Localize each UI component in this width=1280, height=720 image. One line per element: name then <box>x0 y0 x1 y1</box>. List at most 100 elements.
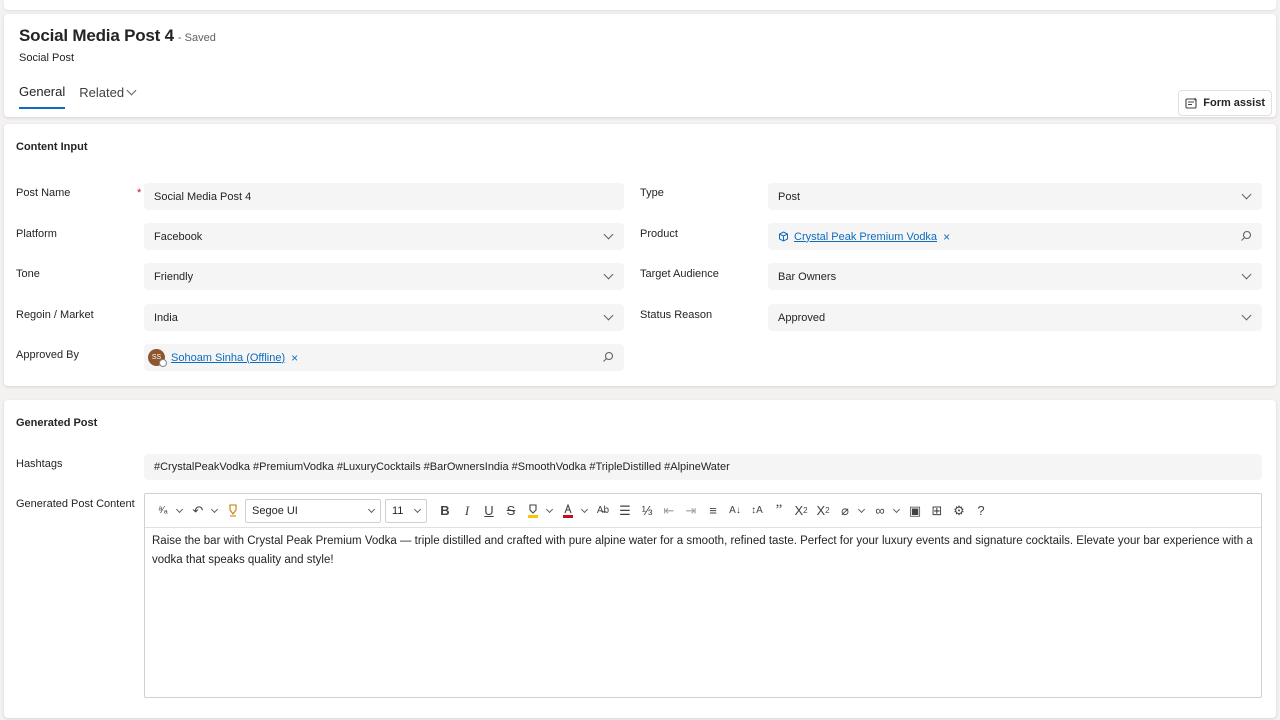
chevron-down-icon <box>1241 310 1252 321</box>
chevron-down-icon <box>545 505 554 513</box>
product-label: Product <box>640 228 678 240</box>
chevron-down-icon <box>580 505 589 513</box>
generated-content-label: Generated Post Content <box>16 498 135 510</box>
chevron-down-icon <box>1241 269 1252 280</box>
title-row: Social Media Post 4 - Saved <box>19 26 216 46</box>
rich-text-editor: ᵃ⁄ₐ ↶ Segoe UI 11 B I U S A̶b ☰ ⅓ ⇤ ⇥ ≡ … <box>144 493 1262 698</box>
tone-select[interactable]: Friendly <box>144 263 624 290</box>
italic-icon[interactable]: I <box>457 500 477 522</box>
chevron-down-icon <box>175 505 184 513</box>
ltr-icon[interactable]: A↓ <box>725 500 745 522</box>
section-title: Generated Post <box>16 417 98 429</box>
tab-general[interactable]: General <box>19 84 66 109</box>
chevron-down-icon <box>126 85 137 96</box>
product-lookup[interactable]: Crystal Peak Premium Vodka × <box>768 223 1262 250</box>
target-audience-value: Bar Owners <box>778 270 837 283</box>
type-label: Type <box>640 187 664 199</box>
chevron-down-icon <box>603 310 614 321</box>
search-icon[interactable] <box>1240 230 1252 242</box>
type-select[interactable]: Post <box>768 183 1262 210</box>
rtl-icon[interactable]: ↕A <box>747 500 767 522</box>
undo-icon[interactable]: ↶ <box>188 500 208 522</box>
approved-by-lookup[interactable]: SS Sohoam Sinha (Offline) × <box>144 344 624 371</box>
highlight-icon[interactable] <box>523 500 543 522</box>
strikethrough-icon[interactable]: S <box>501 500 521 522</box>
platform-select[interactable]: Facebook <box>144 223 624 250</box>
chevron-down-icon <box>603 269 614 280</box>
remove-icon[interactable]: × <box>291 351 298 365</box>
saved-status: - Saved <box>177 32 216 44</box>
subscript-icon[interactable]: X2 <box>791 500 811 522</box>
decrease-indent-icon[interactable]: ⇤ <box>659 500 679 522</box>
chevron-down-icon <box>367 505 376 513</box>
editor-content[interactable]: Raise the bar with Crystal Peak Premium … <box>145 528 1261 574</box>
chevron-down-icon <box>413 505 422 513</box>
link-icon[interactable]: ∞ <box>870 500 890 522</box>
content-input-section: Content Input Post Name * Social Media P… <box>4 124 1276 386</box>
record-header: Social Media Post 4 - Saved Social Post … <box>4 14 1276 117</box>
top-strip <box>4 0 1276 10</box>
clear-format-icon[interactable] <box>223 500 243 522</box>
status-reason-value: Approved <box>778 311 826 324</box>
increase-indent-icon[interactable]: ⇥ <box>681 500 701 522</box>
section-title: Content Input <box>16 141 88 153</box>
search-icon[interactable] <box>602 351 614 363</box>
generated-post-section: Generated Post Hashtags #CrystalPeakVodk… <box>4 400 1276 718</box>
form-assist-button[interactable]: Form assist <box>1178 90 1272 116</box>
region-select[interactable]: India <box>144 304 624 331</box>
required-indicator: * <box>137 187 142 199</box>
help-icon[interactable]: ? <box>971 500 991 522</box>
target-audience-select[interactable]: Bar Owners <box>768 263 1262 290</box>
chevron-down-icon <box>892 505 901 513</box>
image-icon[interactable]: ▣ <box>905 500 925 522</box>
numbered-list-icon[interactable]: ⅓ <box>637 500 657 522</box>
tone-label: Tone <box>16 268 40 280</box>
product-link[interactable]: Crystal Peak Premium Vodka <box>794 231 937 243</box>
editor-toolbar: ᵃ⁄ₐ ↶ Segoe UI 11 B I U S A̶b ☰ ⅓ ⇤ ⇥ ≡ … <box>145 494 1261 528</box>
tab-list: General Related <box>19 84 137 109</box>
spellcheck-icon[interactable]: A̶b <box>593 500 613 522</box>
form-assist-label: Form assist <box>1203 97 1265 109</box>
attach-icon[interactable]: ⌀ <box>835 500 855 522</box>
approved-by-link[interactable]: Sohoam Sinha (Offline) <box>171 352 285 364</box>
post-name-value: Social Media Post 4 <box>154 190 252 203</box>
tab-label: Related <box>79 85 125 100</box>
target-audience-label: Target Audience <box>640 268 719 280</box>
font-color-icon[interactable] <box>558 500 578 522</box>
status-reason-label: Status Reason <box>640 309 713 321</box>
underline-icon[interactable]: U <box>479 500 499 522</box>
font-size-value: 11 <box>392 504 404 517</box>
approved-by-label: Approved By <box>16 349 79 361</box>
post-name-label: Post Name <box>16 187 71 199</box>
font-family-value: Segoe UI <box>252 504 298 517</box>
form-assist-icon <box>1185 97 1198 109</box>
tab-label: General <box>19 84 66 99</box>
hashtags-value: #CrystalPeakVodka #PremiumVodka #LuxuryC… <box>154 461 730 473</box>
product-icon <box>779 231 788 242</box>
region-label: Regoin / Market <box>16 309 94 321</box>
align-icon[interactable]: ≡ <box>703 500 723 522</box>
font-size-select[interactable]: 11 <box>385 498 427 523</box>
type-value: Post <box>778 190 801 203</box>
settings-icon[interactable]: ⚙ <box>949 500 969 522</box>
entity-type: Social Post <box>19 52 75 64</box>
tab-related[interactable]: Related <box>79 84 137 109</box>
table-icon[interactable]: ⊞ <box>927 500 947 522</box>
bold-icon[interactable]: B <box>435 500 455 522</box>
hashtags-input[interactable]: #CrystalPeakVodka #PremiumVodka #LuxuryC… <box>144 454 1262 480</box>
bullet-list-icon[interactable]: ☰ <box>615 500 635 522</box>
chevron-down-icon <box>857 505 866 513</box>
platform-label: Platform <box>16 228 57 240</box>
superscript-icon[interactable]: X2 <box>813 500 833 522</box>
chevron-down-icon <box>210 505 219 513</box>
region-value: India <box>154 311 178 324</box>
page-title: Social Media Post 4 <box>19 26 174 45</box>
format-painter-icon[interactable]: ᵃ⁄ₐ <box>153 500 173 522</box>
status-reason-select[interactable]: Approved <box>768 304 1262 331</box>
hashtags-label: Hashtags <box>16 458 63 470</box>
quote-icon[interactable]: ” <box>769 500 789 522</box>
remove-icon[interactable]: × <box>943 230 950 244</box>
tone-value: Friendly <box>154 270 194 283</box>
font-family-select[interactable]: Segoe UI <box>245 498 381 523</box>
post-name-input[interactable]: Social Media Post 4 <box>144 183 624 210</box>
